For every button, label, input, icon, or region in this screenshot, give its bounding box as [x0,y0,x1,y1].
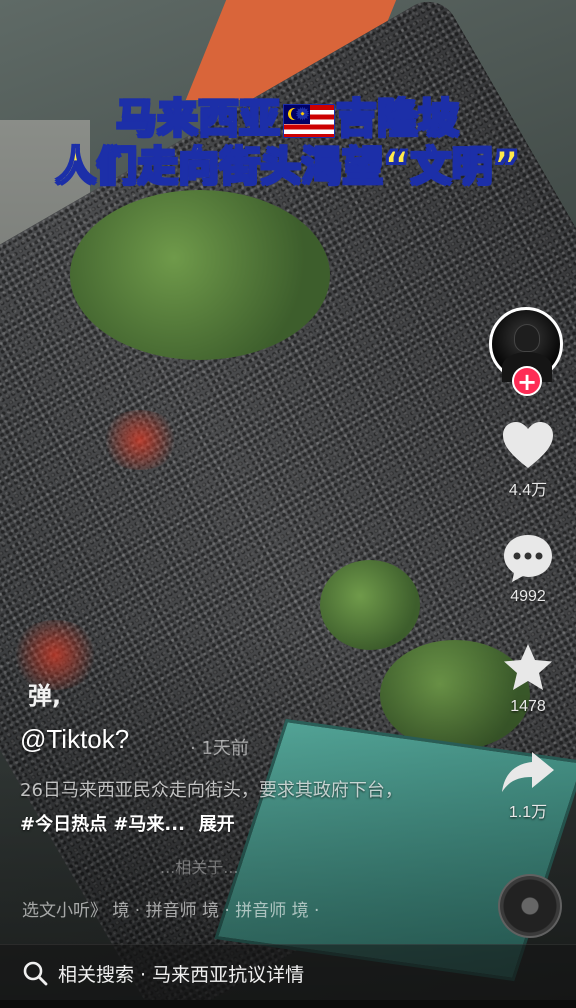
related-search-label[interactable]: 相关搜索 · 马来西亚抗议详情 [58,960,304,987]
post-time: · 1天前 [190,738,249,759]
malaysia-flag-icon: ✸ [282,104,335,138]
tree [70,190,330,360]
share-arrow-icon [502,752,554,792]
favorite-count: 1478 [510,698,546,715]
like-count: 4.4万 [508,482,548,499]
comment-button[interactable]: 4992 [496,532,560,606]
headline-line-2: 人们走向街头渴望“文明” [55,143,521,191]
music-disc-icon[interactable] [498,874,562,938]
sub-caption: ...相关于... [160,858,239,877]
post-description: 26日马来西亚民众走向街头，要求其政府下台， #今日热点 #马来... 展开 [20,774,410,842]
watermark-text: 弹, [28,682,62,710]
music-marquee[interactable]: 选文小听》 境 · 拼音师 境 · 拼音师 境 · [22,896,319,921]
red-flag-cluster [100,410,180,470]
comment-icon [504,535,552,582]
share-count: 1.1万 [508,804,548,821]
follow-button[interactable]: + [512,366,542,396]
star-icon [504,644,552,690]
share-button[interactable]: 1.1万 [496,750,560,822]
author-username[interactable]: @Tiktok? [20,724,129,755]
related-search-bar[interactable]: 相关搜索 · 马来西亚抗议详情 [0,944,576,1000]
screen-bottom-edge [0,1000,576,1008]
favorite-button[interactable]: 1478 [496,642,560,716]
description-text: 26日马来西亚民众走向街头，要求其政府下台， [20,780,403,801]
heart-icon [503,422,553,468]
like-button[interactable]: 4.4万 [496,420,560,500]
hashtags[interactable]: #今日热点 #马来... [20,814,185,835]
search-icon [23,961,48,986]
expand-button[interactable]: 展开 [199,814,235,835]
comment-count: 4992 [510,588,546,605]
